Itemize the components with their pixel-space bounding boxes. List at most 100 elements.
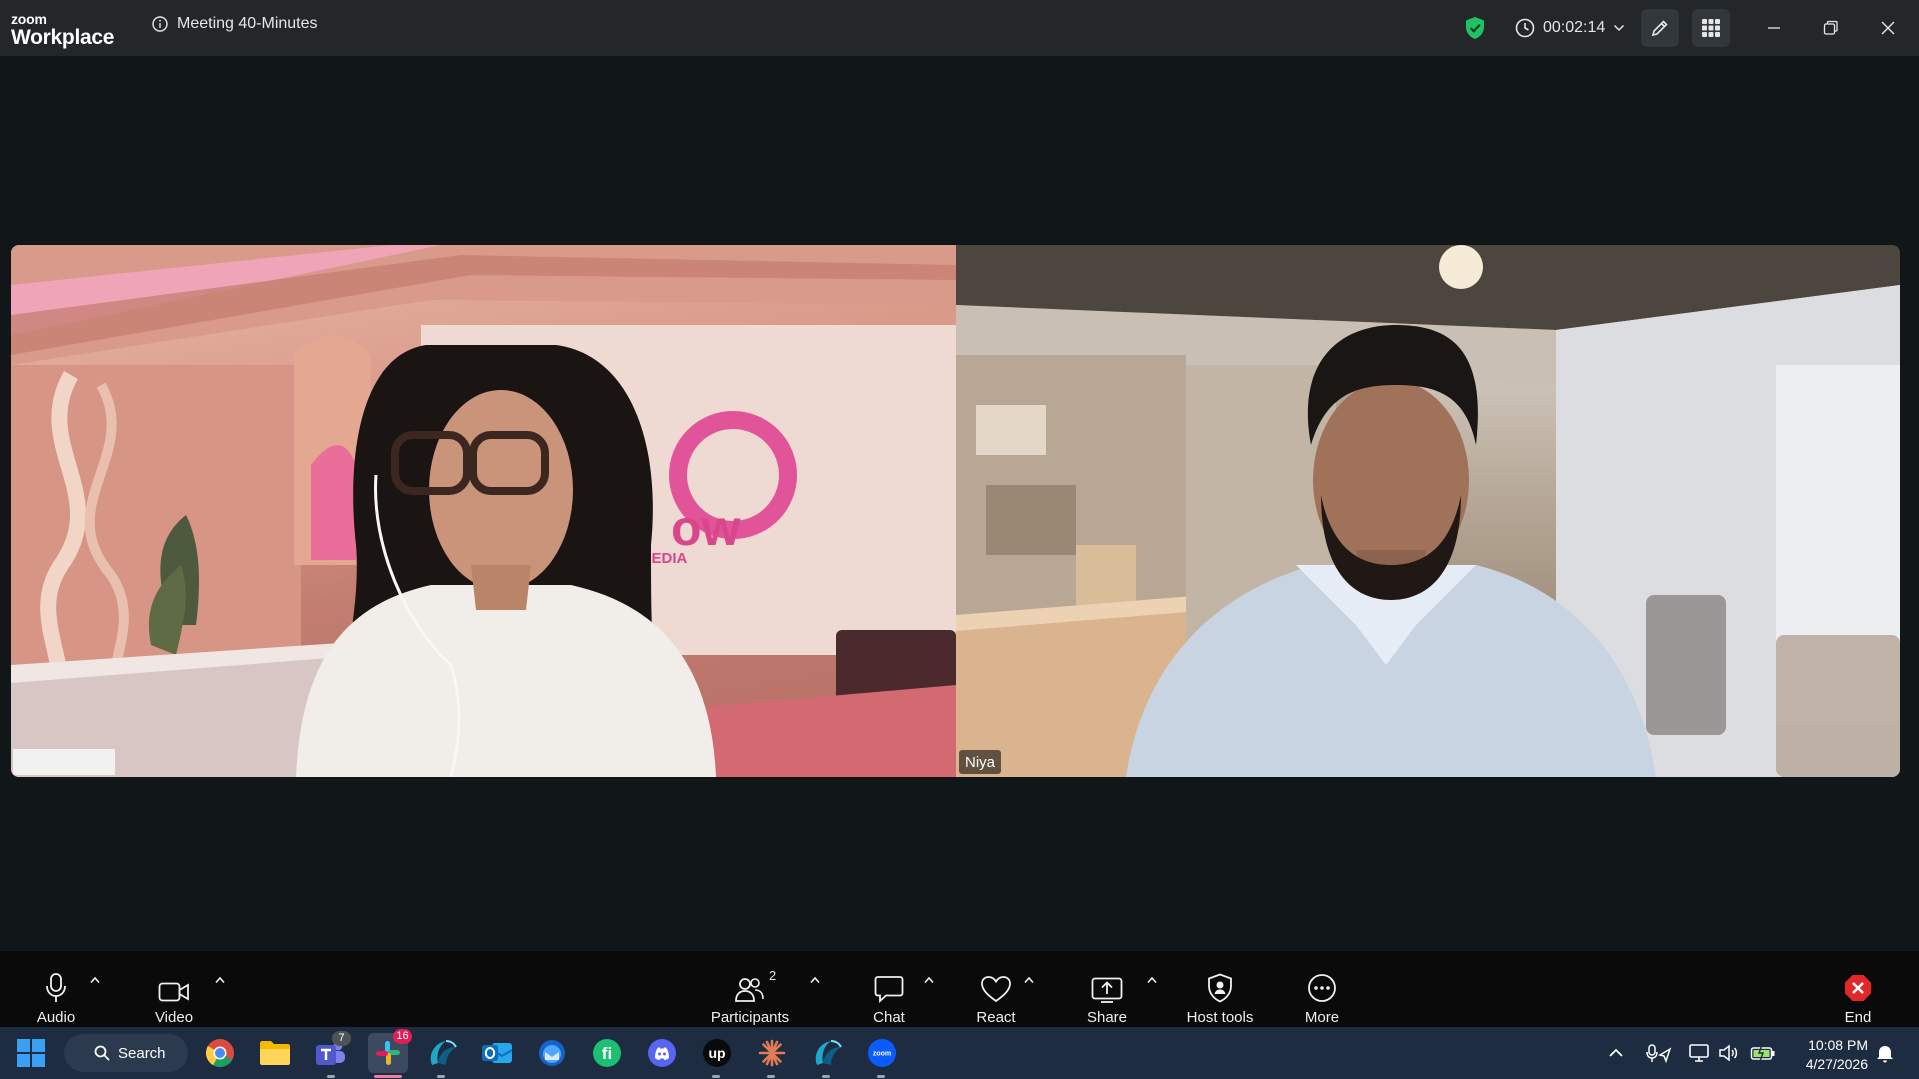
taskbar-teams[interactable]: 7	[313, 1031, 351, 1070]
end-label: End	[1844, 1009, 1872, 1026]
upwork-icon: up	[703, 1039, 731, 1067]
caret-up-icon	[90, 976, 100, 984]
teams-running-indicator	[327, 1075, 335, 1078]
taskbar-chrome[interactable]	[203, 1036, 237, 1070]
close-button[interactable]	[1860, 0, 1916, 56]
windows-taskbar: Search 7 16 fi up zoom 10:08 PM 4/27/202…	[0, 1027, 1919, 1079]
react-button[interactable]: React	[970, 951, 1022, 1027]
taskbar-upwork[interactable]: up	[700, 1036, 734, 1070]
participants-options-button[interactable]	[809, 971, 821, 989]
tray-mic-location[interactable]	[1646, 1027, 1672, 1079]
thunderbird-icon	[539, 1040, 565, 1066]
meeting-toolbar: Audio Video Participants 2 Chat React Sh…	[0, 951, 1919, 1027]
battery-icon	[1750, 1044, 1775, 1062]
tray-battery[interactable]	[1750, 1027, 1776, 1079]
notification-center-button[interactable]	[1876, 1027, 1894, 1079]
video-tile-1[interactable]: ow MEDIA	[11, 245, 956, 777]
microphone-icon	[46, 973, 66, 1002]
claude-icon	[758, 1039, 786, 1067]
meeting-info-button[interactable]: Meeting 40-Minutes	[152, 15, 318, 33]
taskbar-discord[interactable]	[645, 1036, 679, 1070]
meeting-timer-button[interactable]: 00:02:14	[1515, 0, 1633, 56]
host-tools-button[interactable]: Host tools	[1180, 951, 1260, 1027]
participants-button[interactable]: Participants	[700, 951, 800, 1027]
chat-icon	[874, 976, 904, 1003]
video-button[interactable]: Video	[148, 951, 200, 1027]
info-icon	[152, 16, 168, 32]
caret-up-icon	[215, 976, 225, 984]
network-icon	[1689, 1044, 1709, 1062]
taskbar-app-swirl-2[interactable]	[810, 1036, 844, 1070]
more-button[interactable]: More	[1297, 951, 1347, 1027]
camera-icon	[158, 982, 189, 1002]
tray-network[interactable]	[1688, 1027, 1710, 1079]
react-label: React	[976, 1009, 1016, 1026]
react-options-button[interactable]	[1023, 971, 1035, 989]
taskbar-clock[interactable]: 10:08 PM 4/27/2026	[1784, 1036, 1868, 1074]
caret-up-icon	[924, 976, 934, 984]
clock-date: 4/27/2026	[1805, 1056, 1868, 1072]
mic-location-icon	[1646, 1044, 1672, 1063]
svg-text:zoom: zoom	[873, 1051, 891, 1058]
apps-button[interactable]	[1692, 9, 1730, 47]
upwork-running-indicator	[712, 1075, 720, 1078]
taskbar-search[interactable]: Search	[64, 1034, 188, 1072]
slack-active-indicator	[374, 1075, 402, 1078]
app-swirl-running-indicator	[437, 1075, 445, 1078]
start-button[interactable]	[14, 1036, 48, 1070]
chat-button[interactable]: Chat	[864, 951, 914, 1027]
fiverr-icon: fi	[593, 1039, 621, 1067]
svg-text:up: up	[708, 1045, 725, 1061]
chevron-down-icon	[1614, 24, 1625, 32]
minimize-icon	[1768, 27, 1780, 29]
apps-grid-icon	[1702, 19, 1720, 37]
taskbar-thunderbird[interactable]	[535, 1036, 569, 1070]
tray-volume[interactable]	[1718, 1027, 1740, 1079]
share-button[interactable]: Share	[1082, 951, 1132, 1027]
audio-label: Audio	[36, 1009, 76, 1026]
more-dots-icon	[1308, 974, 1336, 1002]
chrome-icon	[206, 1039, 234, 1067]
chat-options-button[interactable]	[923, 971, 935, 989]
meeting-timer: 00:02:14	[1543, 19, 1606, 36]
taskbar-app-swirl[interactable]	[425, 1036, 459, 1070]
video-gallery: ow MEDIA Niya	[11, 245, 1900, 777]
video-label: Video	[154, 1009, 194, 1026]
search-label: Search	[118, 1044, 166, 1062]
clock-time: 10:08 PM	[1808, 1037, 1868, 1053]
audio-button[interactable]: Audio	[30, 951, 82, 1027]
audio-options-button[interactable]	[89, 971, 101, 989]
taskbar-outlook[interactable]	[480, 1036, 514, 1070]
zoom-icon: zoom	[868, 1039, 896, 1067]
video-tile-2[interactable]: Niya	[956, 245, 1900, 777]
caret-up-icon	[810, 976, 820, 984]
more-label: More	[1304, 1009, 1340, 1026]
video-options-button[interactable]	[214, 971, 226, 989]
end-button[interactable]: End	[1838, 951, 1878, 1027]
participant-name-tag	[13, 749, 115, 775]
app-swirl-running-indicator	[822, 1075, 830, 1078]
title-bar: zoom Workplace Meeting 40-Minutes 00:02:…	[0, 0, 1919, 56]
zoom-workplace-logo: zoom Workplace	[11, 12, 114, 48]
brand-small: zoom	[11, 11, 47, 27]
slack-badge: 16	[393, 1029, 412, 1044]
taskbar-file-explorer[interactable]	[258, 1036, 292, 1070]
taskbar-zoom[interactable]: zoom	[865, 1036, 899, 1070]
taskbar-fiverr[interactable]: fi	[590, 1036, 624, 1070]
brand-large: Workplace	[11, 26, 115, 49]
encryption-shield-button[interactable]	[1464, 0, 1486, 56]
host-shield-icon	[1208, 973, 1232, 1003]
outlook-icon	[482, 1043, 513, 1063]
tray-overflow-button[interactable]	[1608, 1027, 1624, 1079]
volume-icon	[1719, 1044, 1738, 1062]
share-options-button[interactable]	[1146, 971, 1158, 989]
pen-icon	[1651, 20, 1668, 37]
annotate-button[interactable]	[1641, 9, 1679, 47]
caret-up-icon	[1147, 976, 1157, 984]
restore-button[interactable]	[1803, 0, 1859, 56]
svg-text:ow: ow	[671, 500, 741, 556]
minimize-button[interactable]	[1746, 0, 1802, 56]
tray-chevron-icon	[1609, 1048, 1623, 1057]
taskbar-slack[interactable]: 16	[368, 1029, 412, 1073]
taskbar-claude[interactable]	[755, 1036, 789, 1070]
